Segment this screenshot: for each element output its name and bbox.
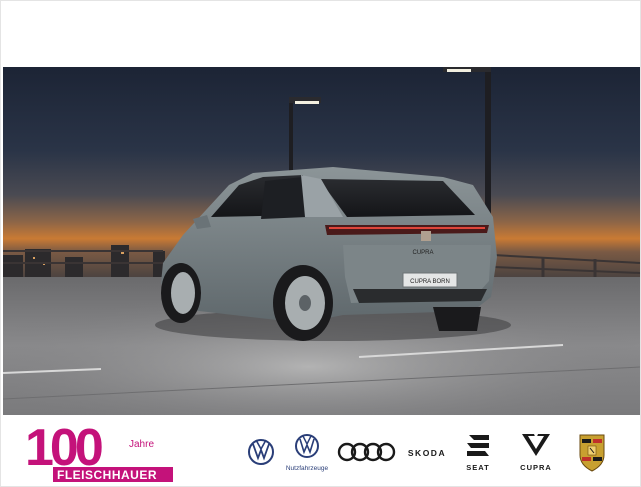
far-rear-wheel	[433, 307, 481, 331]
car-photo: CUPRA CUPRA BORN	[3, 67, 640, 415]
cupra-logo: CUPRA	[520, 434, 552, 472]
seat-s-icon	[467, 435, 489, 456]
seat-wordmark: SEAT	[466, 463, 489, 472]
vw-logo-icon	[248, 439, 274, 465]
cupra-wordmark: CUPRA	[520, 463, 552, 472]
skoda-logo: SKODA	[408, 448, 446, 458]
vw-commercial-caption: Nutzfahrzeuge	[286, 465, 329, 472]
seat-logo: SEAT	[466, 435, 489, 472]
dealer-name: FLEISCHHAUER	[57, 468, 157, 482]
side-window-rear	[261, 177, 307, 219]
front-wheel	[161, 263, 201, 323]
vw-logo-icon	[295, 434, 319, 458]
skoda-wordmark: SKODA	[408, 448, 446, 458]
brand-footer: 100 Jahre FLEISCHHAUER Nutzfahrzeuge SKO…	[3, 415, 640, 485]
dealer-logo: 100 Jahre FLEISCHHAUER	[25, 421, 173, 482]
rear-wheel	[273, 265, 333, 341]
rear-wordmark: CUPRA	[412, 250, 433, 256]
license-plate-text: CUPRA BORN	[410, 279, 450, 285]
porsche-crest-icon	[579, 434, 605, 472]
car-scene: CUPRA CUPRA BORN	[3, 67, 640, 415]
vw-commercial-logo: Nutzfahrzeuge	[286, 434, 329, 472]
cupra-badge	[421, 231, 431, 241]
rear-diffuser	[353, 289, 487, 303]
anniversary-word: Jahre	[129, 439, 154, 450]
audi-rings-icon	[337, 442, 396, 462]
